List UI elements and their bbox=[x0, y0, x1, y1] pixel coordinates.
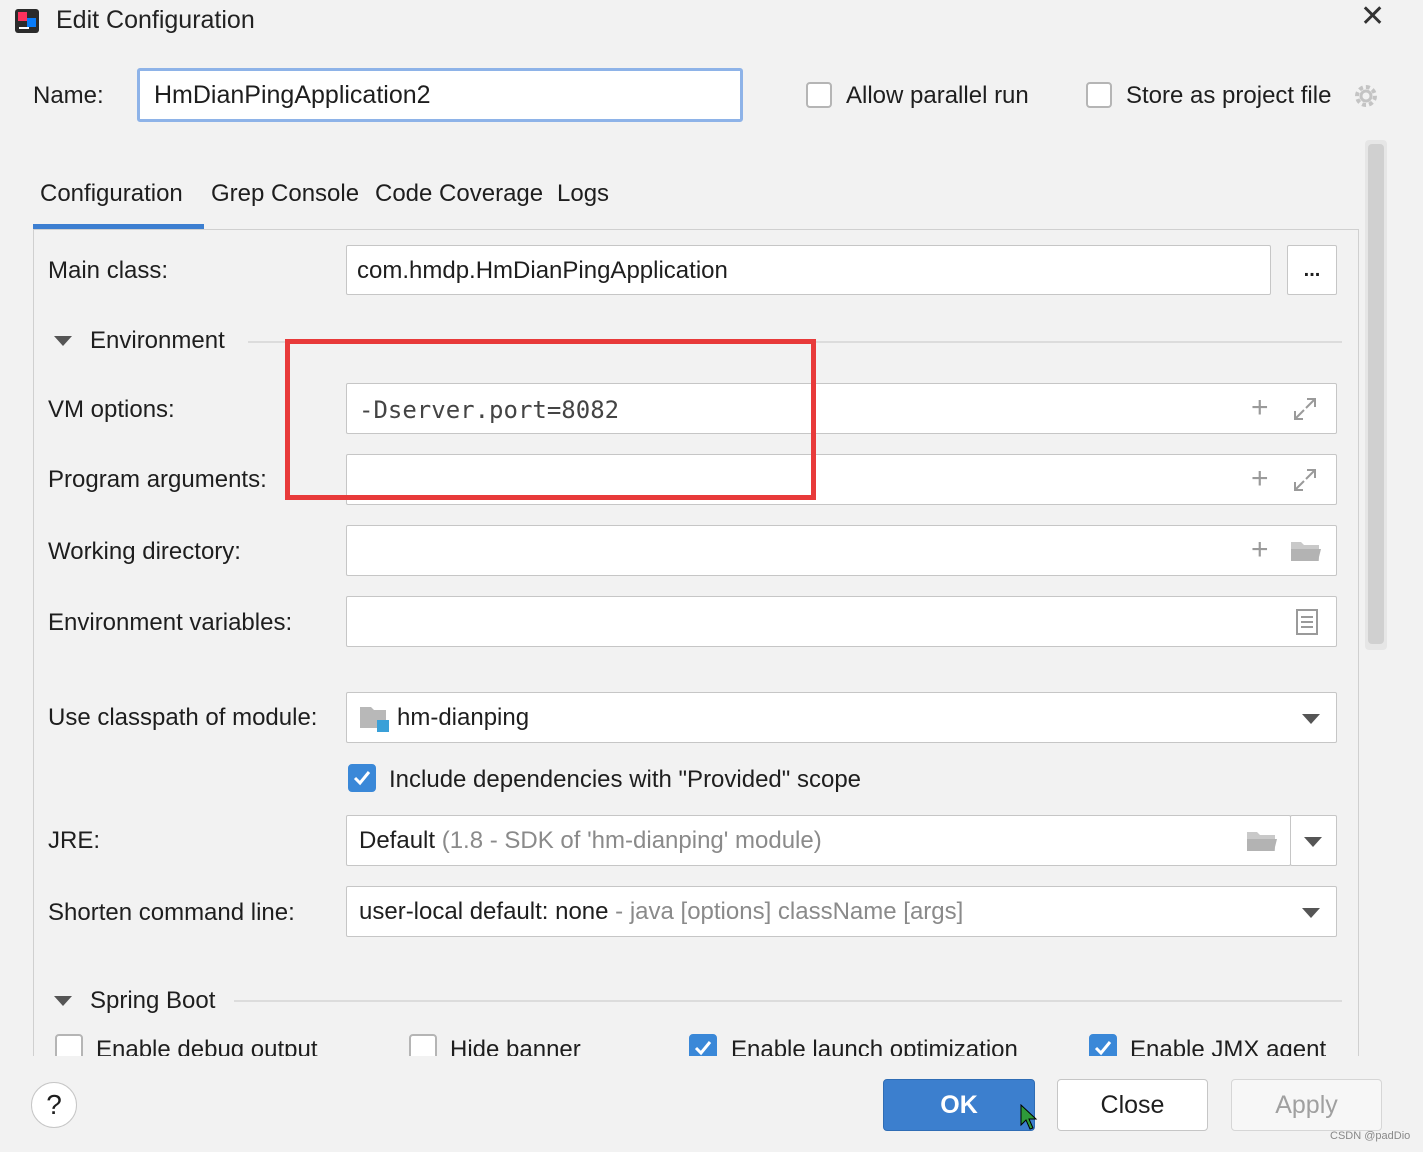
watermark: CSDN @padDio bbox=[1330, 1130, 1411, 1142]
jre-value: Default bbox=[359, 827, 436, 854]
folder-icon[interactable] bbox=[1245, 828, 1279, 861]
apply-button[interactable]: Apply bbox=[1231, 1079, 1382, 1131]
add-macro-icon[interactable]: + bbox=[1251, 535, 1269, 565]
add-vm-option-icon[interactable]: + bbox=[1251, 393, 1269, 423]
include-dependencies-label: Include dependencies with "Provided" sco… bbox=[389, 766, 862, 793]
tab-configuration[interactable]: Configuration bbox=[40, 180, 183, 208]
spring-boot-section-label: Spring Boot bbox=[90, 987, 216, 1014]
tab-code-coverage[interactable]: Code Coverage bbox=[375, 180, 543, 208]
chevron-down-icon[interactable] bbox=[1302, 714, 1320, 724]
classpath-module-value: hm-dianping bbox=[397, 704, 530, 731]
vertical-scrollbar-thumb[interactable] bbox=[1368, 144, 1384, 644]
close-button[interactable]: Close bbox=[1057, 1079, 1208, 1131]
intellij-app-icon bbox=[14, 8, 40, 34]
classpath-module-dropdown[interactable]: hm-dianping bbox=[346, 692, 1337, 743]
expand-icon[interactable] bbox=[1291, 395, 1319, 430]
edit-list-icon[interactable] bbox=[1295, 608, 1319, 643]
ok-button[interactable]: OK bbox=[883, 1079, 1035, 1131]
environment-variables-field[interactable] bbox=[346, 596, 1337, 647]
window-title: Edit Configuration bbox=[56, 6, 255, 34]
shorten-command-line-dropdown[interactable]: user-local default: none - java [options… bbox=[346, 886, 1337, 937]
name-label: Name: bbox=[33, 82, 104, 109]
store-project-label: Store as project file bbox=[1126, 82, 1332, 109]
allow-parallel-label: Allow parallel run bbox=[846, 82, 1029, 109]
include-dependencies-checkbox[interactable] bbox=[348, 764, 376, 792]
working-directory-label: Working directory: bbox=[48, 538, 241, 565]
jre-field[interactable]: Default (1.8 - SDK of 'hm-dianping' modu… bbox=[346, 815, 1291, 866]
shorten-command-line-label: Shorten command line: bbox=[48, 899, 295, 926]
shorten-hint: - java [options] className [args] bbox=[615, 898, 964, 925]
main-class-field[interactable]: com.hmdp.HmDianPingApplication bbox=[346, 245, 1271, 295]
allow-parallel-checkbox[interactable] bbox=[806, 82, 832, 108]
chevron-down-icon[interactable] bbox=[1302, 908, 1320, 918]
environment-section-label: Environment bbox=[90, 327, 225, 354]
add-argument-icon[interactable]: + bbox=[1251, 464, 1269, 494]
spring-boot-separator bbox=[234, 1000, 1342, 1002]
store-project-checkbox[interactable] bbox=[1086, 82, 1112, 108]
name-input[interactable] bbox=[137, 68, 743, 122]
environment-variables-label: Environment variables: bbox=[48, 609, 293, 636]
shorten-value: user-local default: none bbox=[359, 898, 609, 925]
main-class-label: Main class: bbox=[48, 257, 169, 284]
dialog-footer bbox=[0, 1056, 1423, 1152]
classpath-module-label: Use classpath of module: bbox=[48, 704, 318, 731]
jre-label: JRE: bbox=[48, 827, 101, 854]
collapse-environment-icon[interactable] bbox=[54, 336, 72, 346]
folder-icon[interactable] bbox=[1289, 538, 1323, 571]
browse-main-class-button[interactable]: ... bbox=[1287, 245, 1337, 295]
help-button[interactable]: ? bbox=[31, 1082, 77, 1128]
main-class-value: com.hmdp.HmDianPingApplication bbox=[357, 257, 728, 284]
gear-icon[interactable] bbox=[1352, 82, 1380, 115]
expand-icon[interactable] bbox=[1291, 466, 1319, 501]
mouse-cursor-icon bbox=[1020, 1103, 1038, 1135]
working-directory-field[interactable]: + bbox=[346, 525, 1337, 576]
chevron-down-icon bbox=[1304, 837, 1322, 847]
program-arguments-label: Program arguments: bbox=[48, 466, 267, 493]
collapse-spring-boot-icon[interactable] bbox=[54, 996, 72, 1006]
module-icon bbox=[359, 704, 391, 741]
close-window-icon[interactable]: ✕ bbox=[1360, 2, 1385, 32]
jre-dropdown-button[interactable] bbox=[1290, 815, 1337, 866]
highlight-annotation-box bbox=[285, 339, 816, 500]
vm-options-label: VM options: bbox=[48, 396, 175, 423]
jre-hint: (1.8 - SDK of 'hm-dianping' module) bbox=[441, 827, 822, 854]
tab-grep-console[interactable]: Grep Console bbox=[211, 180, 359, 208]
tab-logs[interactable]: Logs bbox=[557, 180, 609, 208]
